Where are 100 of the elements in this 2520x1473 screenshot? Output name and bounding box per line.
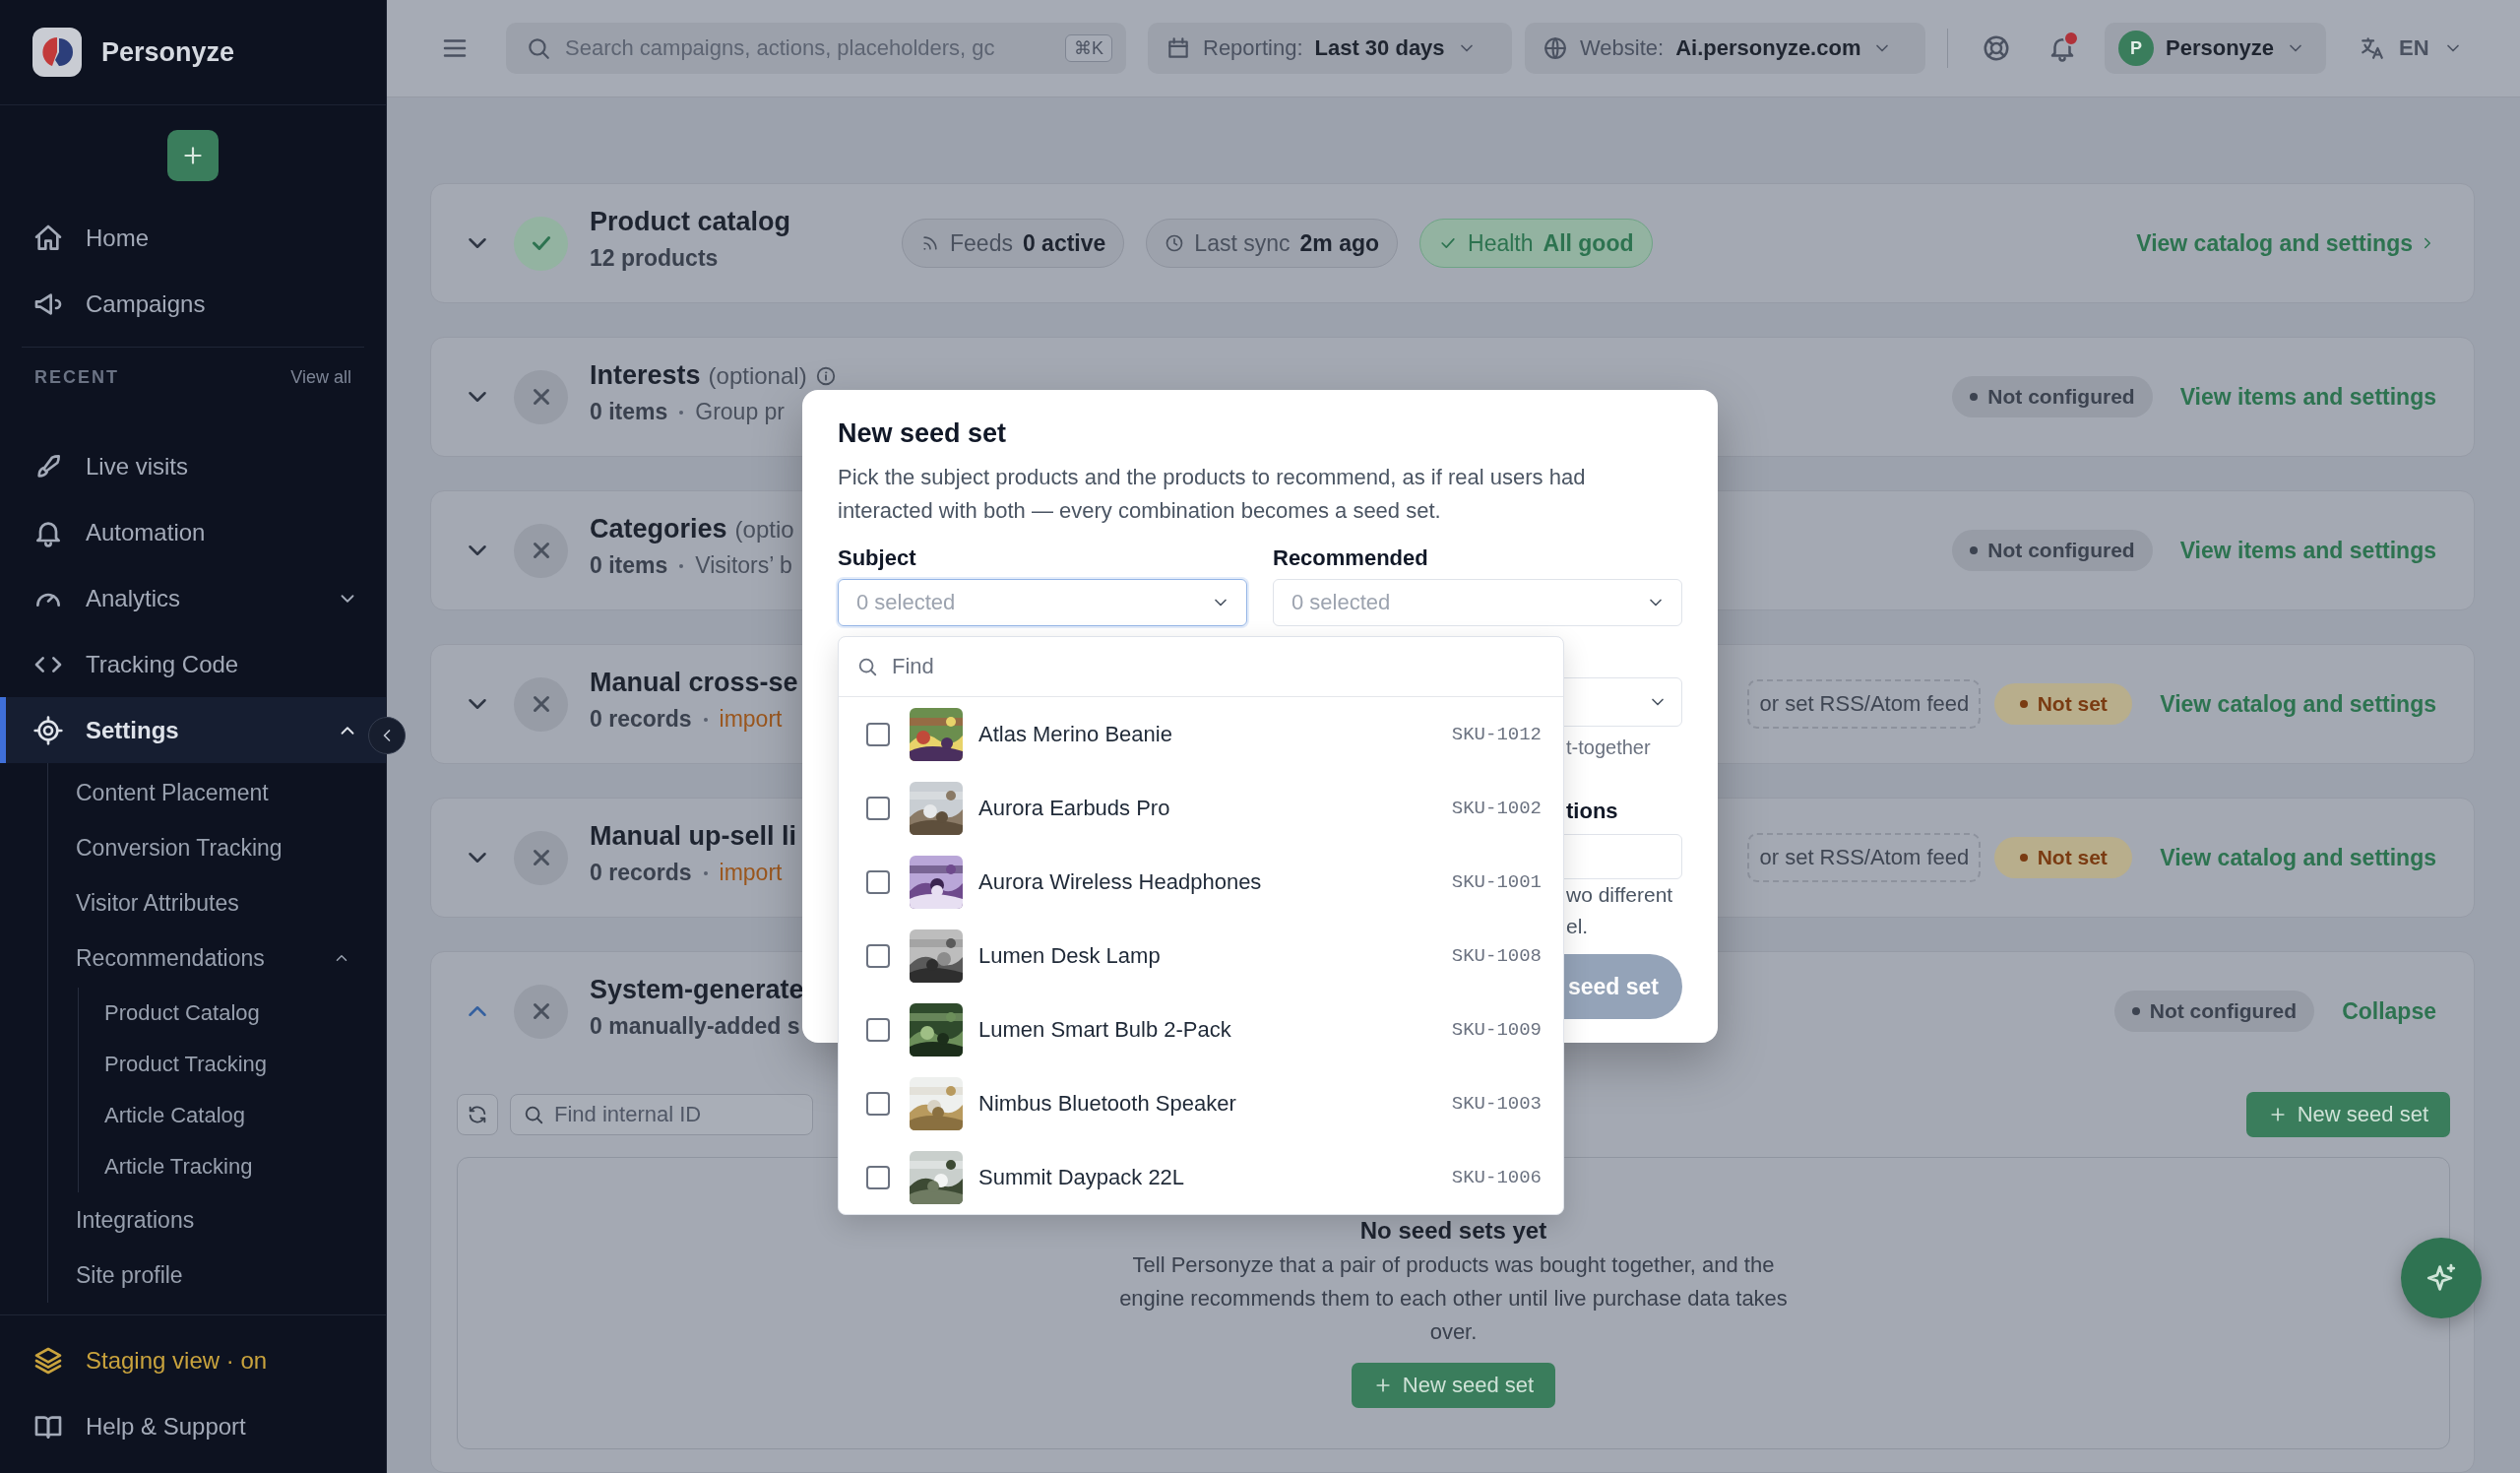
pill-label: Health [1468,229,1534,257]
refresh-button[interactable] [457,1093,498,1135]
status-dot [1970,393,1979,401]
nav-item[interactable]: Live visits [0,433,386,499]
product-name: Nimbus Bluetooth Speaker [978,1090,1236,1117]
reporting-dropdown[interactable]: Reporting: Last 30 days [1148,23,1512,74]
nav-item[interactable]: Automation [0,499,386,565]
separator-dot [703,717,708,722]
nav-item[interactable]: Campaigns [0,271,386,337]
product-name: Lumen Smart Bulb 2-Pack [978,1016,1231,1043]
product-option[interactable]: Nimbus Bluetooth Speaker SKU-1003 [839,1066,1563,1140]
field-hint: el. [1565,914,1590,939]
section-title: Manual up-sell li [590,821,797,852]
view-all-link[interactable]: View all [290,366,351,388]
product-name: Summit Daypack 22L [978,1164,1185,1190]
separator-dot [703,870,708,875]
optional-note: (optio [734,516,794,544]
pill-label: Feeds [950,229,1013,257]
feed-placeholder[interactable]: or set RSS/Atom feed [1747,833,1982,882]
badge-label: Not configured [2149,999,2298,1023]
account-menu[interactable]: P Personyze [2105,23,2326,74]
product-sku: SKU-1001 [1451,870,1542,893]
checkbox[interactable] [866,722,890,746]
clock-icon [1165,233,1185,253]
footer-link[interactable]: Staging view · on [0,1327,386,1393]
account-name: Personyze [2166,35,2275,61]
item-count: 12 products [590,245,719,272]
lifebuoy-icon[interactable] [1982,33,2011,63]
dialog-title: New seed set [838,417,1008,450]
new-seed-set-button[interactable]: New seed set [1351,1363,1556,1408]
badge-label: Not configured [1987,385,2135,409]
nav-item[interactable]: Home [0,205,386,271]
separator-dot [679,563,684,568]
nav-item[interactable]: Tracking Code [0,631,386,697]
subnav-item[interactable]: Conversion Tracking [48,820,386,875]
subnav-item[interactable]: Recommendations [48,930,386,986]
pill-value: 0 active [1022,229,1106,257]
separator-dot [679,410,684,415]
pill-value: 2m ago [1299,229,1380,257]
item-count: 0 records [590,706,692,733]
product-name: Lumen Desk Lamp [978,942,1161,969]
product-name: Aurora Earbuds Pro [978,795,1170,821]
pill-value: All good [1543,229,1634,257]
subnav-item[interactable]: Visitor Attributes [48,875,386,930]
item-count: 0 items [590,399,668,425]
nav-item[interactable]: Settings [0,697,386,763]
website-dropdown[interactable]: Website: Ai.personyze.com [1525,23,1925,74]
search-input[interactable]: Search campaigns, actions, placeholders, gc [565,35,1051,61]
dialog-description: Pick the subject products and the products to recommend, as if real users had interacted with both — every combination becomes a seed set. [838,464,1587,525]
nav-item[interactable]: Analytics [0,565,386,631]
product-sku: SKU-1002 [1451,797,1542,819]
subnav-item[interactable]: Product Tracking [79,1039,386,1090]
subnav-item[interactable]: Article Tracking [79,1141,386,1192]
footer-link[interactable]: Help & Support [0,1393,386,1459]
globe-icon [1543,35,1568,61]
new-seed-set-button[interactable]: New seed set [2245,1091,2450,1137]
search-field[interactable]: Search campaigns, actions, placeholders, gc ⌘K [506,23,1126,74]
checkbox[interactable] [866,1165,890,1189]
checkbox[interactable] [866,1017,890,1042]
section-description: Group pr [695,399,786,425]
checkbox[interactable] [866,869,890,894]
checkbox[interactable] [866,1091,890,1116]
status-dot [2019,700,2028,708]
product-option[interactable]: Summit Daypack 22L SKU-1006 [839,1140,1563,1214]
subnav-item[interactable]: Content Placement [48,765,386,820]
subnav-item[interactable]: Integrations [48,1192,386,1248]
subnav-item[interactable]: Site profile [48,1248,386,1303]
website-label: Website: [1580,35,1665,61]
field-label: Recommended [1273,545,1429,571]
search-input[interactable]: Find internal ID [554,1101,800,1127]
badge-label: Not configured [1987,539,2135,562]
section-title: System-generate [590,975,804,1005]
search-field[interactable]: Find internal ID [510,1093,813,1135]
pill-label: Last sync [1194,229,1291,257]
info-icon[interactable] [814,364,837,387]
rss-icon [920,233,940,253]
website-value: Ai.personyze.com [1675,35,1861,61]
product-sku: SKU-1006 [1451,1166,1542,1188]
logo-icon [32,28,82,77]
product-option[interactable]: Aurora Wireless Headphones SKU-1001 [839,845,1563,919]
subnav-item[interactable]: Product Catalog [79,988,386,1039]
find-field[interactable]: Find [839,637,1563,697]
section-description: Visitors’ b [695,552,792,579]
checkbox[interactable] [866,943,890,968]
feed-placeholder[interactable]: or set RSS/Atom feed [1747,679,1982,729]
product-sku: SKU-1012 [1451,723,1542,745]
subnav-item[interactable]: Article Catalog [79,1090,386,1141]
item-count: 0 manually-added s [590,1013,800,1040]
status-dot [1970,546,1979,554]
create-button[interactable] [167,130,219,181]
item-count: 0 items [590,552,668,579]
badge-label: Not set [2037,692,2108,716]
product-option[interactable]: Atlas Merino Beanie SKU-1012 [839,697,1563,771]
reporting-label: Reporting: [1203,35,1303,61]
product-option[interactable]: Aurora Earbuds Pro SKU-1002 [839,771,1563,845]
status-dot [2131,1007,2140,1015]
checkbox[interactable] [866,796,890,820]
product-sku: SKU-1003 [1451,1092,1542,1115]
search-icon [526,35,551,61]
status-dot [2019,854,2028,862]
